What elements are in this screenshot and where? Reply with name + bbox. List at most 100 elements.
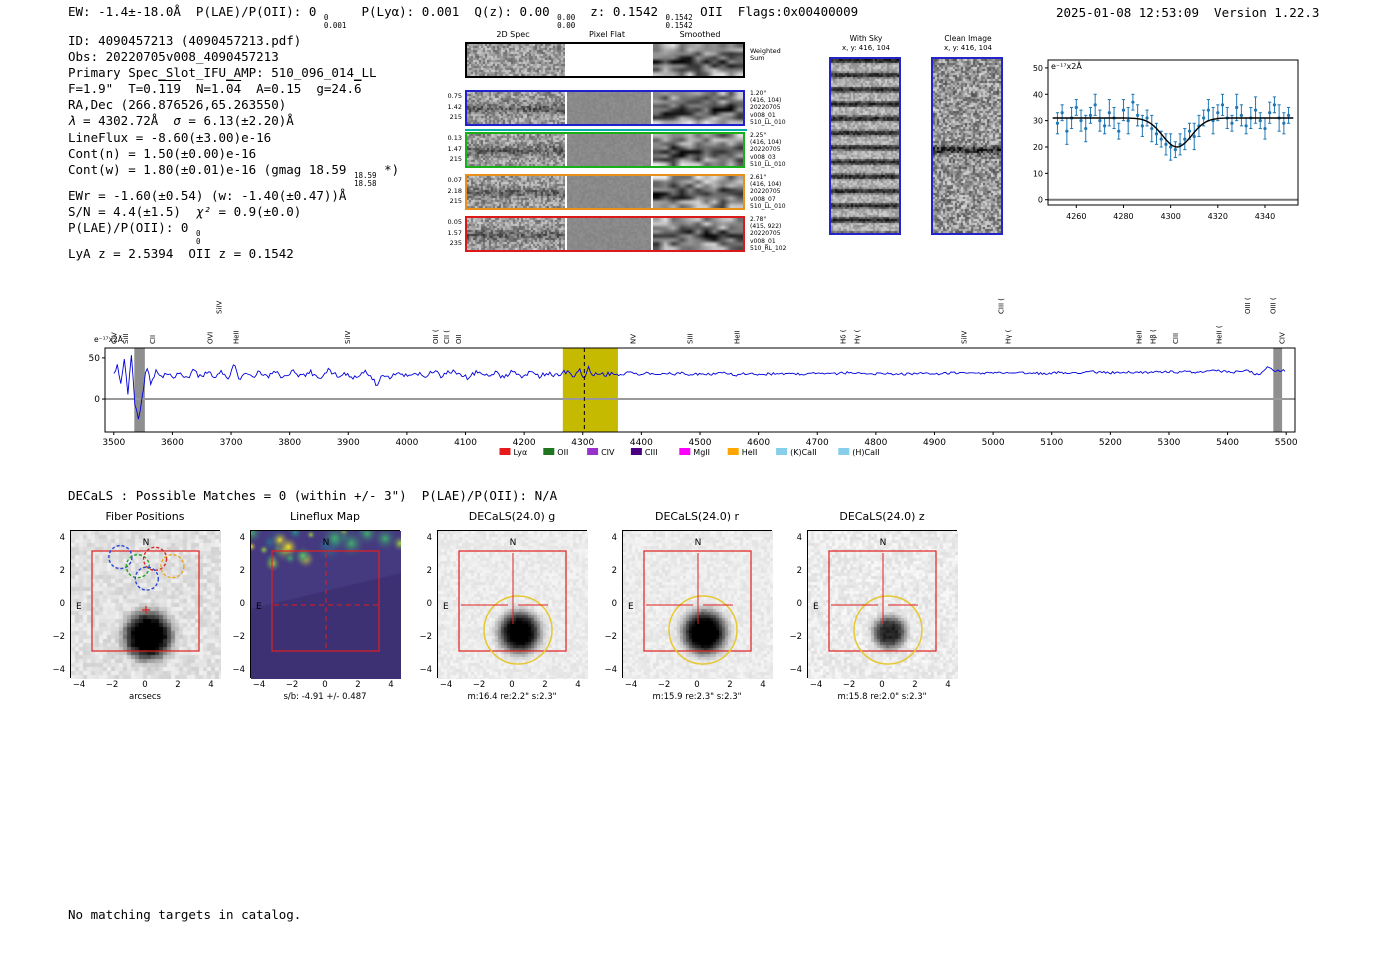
sup-sub-value: 0 0.001	[323, 13, 347, 30]
error-bar-points	[1055, 93, 1291, 161]
data-point	[1107, 111, 1111, 115]
x-tick-label: 4900	[923, 438, 946, 448]
data-point	[1282, 121, 1286, 125]
info-line: LineFlux = -8.60(±3.00)e-16	[68, 130, 399, 146]
compass-north: N	[695, 538, 702, 548]
data-point	[1235, 105, 1239, 110]
with-sky-image-frame	[829, 57, 901, 235]
fiber-info-labels: 2.61" (416, 104) 20220705 v008_07 510_LL_010	[750, 174, 786, 210]
y-tick-label: 4	[239, 533, 245, 543]
emission-line-label: Hδ (	[839, 329, 847, 344]
info-line: S/N = 4.4(±1.5) χ² = 0.9(±0.0)	[68, 204, 399, 220]
fiber-info-labels: 1.20" (416, 104) 20220705 v008_01 510_LL_010	[750, 90, 786, 126]
info-line: F=1.9" T=0.119 N=1.04 A=0.15 g=24.6	[68, 81, 399, 97]
x-tick-label: 4000	[395, 438, 418, 448]
y-tick-label: −4	[52, 665, 65, 675]
x-tick-label: 0	[694, 680, 700, 690]
cutout-xlabel: m:16.4 re:2.2" s:2.3"	[467, 692, 557, 702]
x-tick-label: 0	[142, 680, 148, 690]
data-point	[1268, 111, 1272, 115]
y-tick-label: −4	[419, 665, 432, 675]
emission-line-label: CII (	[443, 330, 451, 344]
x-tick-label: 5500	[1275, 438, 1298, 448]
text-part: ID: 4090457213 (4090457213.pdf)	[68, 33, 302, 48]
x-tick-label: 2	[912, 680, 918, 690]
x-tick-label: −4	[252, 680, 266, 690]
legend-swatch	[587, 448, 599, 455]
text-part: LineFlux = -8.60(±3.00)e-16	[68, 129, 272, 145]
text-part: Cont(w) = 1.80(±0.01)e-16 (gmag 18.59	[68, 161, 354, 177]
data-point	[1258, 119, 1262, 123]
header-summary: EW: -1.4±-18.0Å P(LAE)/P(OII): 0 0 0.001 …	[68, 4, 858, 30]
text-part: RA,Dec (266.876526,65.263550)	[68, 97, 287, 113]
emission-line-label: OVI	[206, 332, 214, 344]
legend-label: CIV	[601, 448, 615, 457]
data-point	[1117, 129, 1121, 133]
weighted-sum-label: Weighted Sum	[750, 47, 781, 63]
text-part: χ²	[195, 203, 211, 219]
emission-line-label: OII	[455, 334, 463, 344]
text-part: z: 0.1542	[575, 4, 666, 19]
y-tick-label: 50	[89, 354, 101, 364]
emission-line-label: CIII (	[998, 298, 1006, 314]
data-point	[1055, 121, 1060, 125]
noise-image	[567, 176, 651, 208]
text-part: N=1.	[180, 81, 227, 97]
spectrum-line	[113, 355, 1286, 420]
spec2d-weighted-row	[465, 42, 745, 78]
x-tick-label: 5100	[1040, 438, 1063, 448]
text-part: Primary Spec_Slot_IFU_AMP: 510_096_014_L…	[68, 65, 377, 81]
noise-image	[467, 44, 565, 76]
legend-swatch	[727, 448, 739, 455]
spec2d-row	[465, 132, 745, 168]
y-tick-label: 2	[239, 566, 245, 576]
aperture-circle	[853, 595, 923, 665]
x-tick-label: 5300	[1158, 438, 1181, 448]
plot-frame	[104, 347, 1296, 433]
y-tick-label: −2	[232, 632, 245, 642]
noise-image	[467, 176, 565, 208]
cutout-panel-1: NE	[250, 530, 401, 679]
text-part: EW: -1.4±-18.0Å P(LAE)/P(OII): 0	[68, 4, 324, 19]
y-tick-label: 4	[426, 533, 432, 543]
y-tick-label: −2	[604, 632, 617, 642]
y-tick-label: −2	[789, 632, 802, 642]
x-tick-label: 0	[879, 680, 885, 690]
data-point	[1140, 124, 1144, 128]
cutout-overlay: NE	[443, 538, 567, 665]
cutout-wrapper-3: DECaLS(24.0) r NE m:15.9 re:2.3" s:2.3" …	[597, 508, 802, 708]
header-datetime-version: 2025-01-08 12:53:09 Version 1.22.3	[1056, 5, 1320, 20]
text-part: P(Lyα): 0.001 Q(z): 0.00	[346, 4, 558, 19]
emission-line-label: SiII	[122, 333, 130, 344]
fiber-weight-labels: 0.75 1.42 215	[447, 92, 462, 121]
fiber-circle	[108, 544, 133, 570]
emission-line-label: SIII	[686, 333, 694, 344]
y-tick-label: −4	[789, 665, 802, 675]
data-point	[1103, 124, 1107, 128]
legend-swatch	[838, 448, 850, 455]
noise-image	[467, 134, 565, 166]
aperture-circle	[668, 595, 738, 665]
cutout-overlay: NE	[628, 538, 752, 665]
cutout-panel-2: NE	[437, 530, 588, 679]
y-tick-label: 4	[59, 533, 65, 543]
y-tick-label: 0	[796, 599, 802, 609]
x-tick-label: 5000	[982, 438, 1005, 448]
with-sky-title: With Sky	[849, 34, 883, 43]
y-tick-label: 2	[611, 566, 617, 576]
clean-image	[933, 59, 1001, 233]
x-tick-label: 0	[322, 680, 328, 690]
text-part: λ	[68, 113, 76, 129]
data-point	[1121, 108, 1126, 112]
noise-image	[567, 92, 651, 124]
emission-line-label: NV	[630, 334, 638, 344]
info-line: λ = 4302.72Å σ = 6.13(±2.20)Å	[68, 113, 399, 129]
x-tick-label: 3700	[220, 438, 243, 448]
data-point	[1244, 124, 1248, 128]
noise-image	[653, 44, 743, 76]
text-part: = 4302.72Å	[75, 113, 174, 129]
text-part: = 6.13(±2.20)Å	[180, 113, 294, 129]
x-tick-label: −4	[439, 680, 453, 690]
data-point	[1098, 119, 1102, 123]
cutout-title: DECaLS(24.0) r	[654, 510, 740, 523]
